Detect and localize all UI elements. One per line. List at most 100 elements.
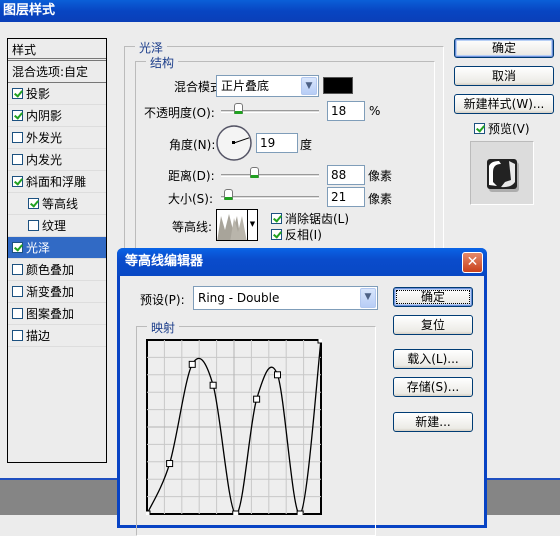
style-item-label: 等高线 <box>42 196 79 211</box>
curve-control-point[interactable] <box>166 460 174 468</box>
curve-control-point[interactable] <box>146 510 151 515</box>
size-label: 大小(S): <box>168 192 214 206</box>
angle-unit: 度 <box>300 138 313 152</box>
close-icon[interactable]: ✕ <box>462 252 483 273</box>
invert-checkbox[interactable]: 反相(I) <box>271 226 322 243</box>
curve-control-point[interactable] <box>274 371 281 379</box>
preview-label: 预览(V) <box>488 122 530 136</box>
size-slider-thumb[interactable] <box>224 189 234 200</box>
style-checkbox[interactable] <box>28 198 39 209</box>
opacity-slider-thumb[interactable] <box>233 103 243 114</box>
style-item-10[interactable]: 图案叠加 <box>8 303 106 325</box>
style-checkbox[interactable] <box>12 286 23 297</box>
curve-control-point[interactable] <box>232 510 240 515</box>
curve-control-point[interactable] <box>296 510 304 515</box>
style-item-label: 斜面和浮雕 <box>26 174 87 189</box>
style-checkbox[interactable] <box>12 330 23 341</box>
style-item-label: 纹理 <box>42 218 67 233</box>
style-checkbox[interactable] <box>12 242 23 253</box>
contour-dropdown-arrow-icon[interactable]: ▼ <box>247 210 257 240</box>
angle-label: 角度(N): <box>169 138 216 152</box>
preset-label: 预设(P): <box>140 293 185 307</box>
preview-check-icon[interactable] <box>474 123 485 134</box>
contour-ok-button[interactable]: 确定 <box>393 287 473 307</box>
size-slider-track[interactable] <box>221 196 319 199</box>
contour-editor-dialog: 等高线编辑器 ✕ 预设(P): Ring - Double ▼ 映射 确定 复位… <box>117 248 487 536</box>
styles-list-panel: 样式 混合选项:自定 投影内阴影外发光内发光斜面和浮雕等高线纹理光泽颜色叠加渐变… <box>7 38 107 463</box>
style-checkbox[interactable] <box>12 308 23 319</box>
style-checkbox[interactable] <box>12 88 23 99</box>
contour-reset-button[interactable]: 复位 <box>393 315 473 335</box>
contour-editor-title-bar: 等高线编辑器 ✕ <box>117 248 487 276</box>
angle-dial[interactable] <box>215 124 253 162</box>
size-unit: 像素 <box>368 192 393 206</box>
new-style-button[interactable]: 新建样式(W)... <box>454 94 554 114</box>
style-checkbox[interactable] <box>12 154 23 165</box>
ok-button[interactable]: 确定 <box>454 38 554 58</box>
style-checkbox[interactable] <box>12 110 23 121</box>
distance-input[interactable]: 88 <box>327 165 365 185</box>
styles-header[interactable]: 样式 <box>8 39 106 61</box>
style-item-9[interactable]: 渐变叠加 <box>8 281 106 303</box>
preview-checkbox[interactable]: 预览(V) <box>474 120 530 137</box>
style-item-8[interactable]: 颜色叠加 <box>8 259 106 281</box>
antialias-checkbox[interactable]: 消除锯齿(L) <box>271 210 349 227</box>
structure-group-title: 结构 <box>146 54 179 71</box>
contour-thumbnail-icon[interactable] <box>217 210 249 241</box>
size-input[interactable]: 21 <box>327 187 365 207</box>
preview-swatch-icon <box>487 159 519 192</box>
style-item-3[interactable]: 内发光 <box>8 149 106 171</box>
window-title: 图层样式 <box>3 3 56 18</box>
style-item-5[interactable]: 等高线 <box>8 193 106 215</box>
distance-slider-track[interactable] <box>221 174 319 177</box>
style-item-11[interactable]: 描边 <box>8 325 106 347</box>
style-checkbox[interactable] <box>12 132 23 143</box>
style-item-label: 内阴影 <box>26 108 63 123</box>
style-checkbox[interactable] <box>12 264 23 275</box>
style-item-6[interactable]: 纹理 <box>8 215 106 237</box>
distance-unit: 像素 <box>368 169 393 183</box>
preset-value: Ring - Double <box>198 291 280 305</box>
contour-save-button[interactable]: 存储(S)... <box>393 377 473 397</box>
style-preview-thumbnail <box>470 141 534 205</box>
blend-mode-value: 正片叠底 <box>221 79 270 93</box>
contour-picker[interactable]: ▼ <box>216 209 258 241</box>
style-item-2[interactable]: 外发光 <box>8 127 106 149</box>
preset-select[interactable]: Ring - Double ▼ <box>193 286 378 310</box>
invert-label: 反相(I) <box>285 228 322 242</box>
angle-input[interactable]: 19 <box>256 133 298 153</box>
invert-check-icon[interactable] <box>271 229 282 240</box>
distance-slider-thumb[interactable] <box>250 167 260 178</box>
antialias-check-icon[interactable] <box>271 213 282 224</box>
contour-new-button[interactable]: 新建... <box>393 412 473 432</box>
distance-label: 距离(D): <box>168 169 215 183</box>
blend-mode-select[interactable]: 正片叠底 ▼ <box>216 75 319 97</box>
contour-editor-title: 等高线编辑器 <box>125 254 204 269</box>
style-checkbox[interactable] <box>12 176 23 187</box>
cancel-button[interactable]: 取消 <box>454 66 554 86</box>
contour-load-button[interactable]: 载入(L)... <box>393 349 473 369</box>
style-checkbox[interactable] <box>28 220 39 231</box>
opacity-unit: % <box>369 104 381 118</box>
opacity-label: 不透明度(O): <box>144 106 215 120</box>
chevron-down-icon[interactable]: ▼ <box>360 288 376 308</box>
style-item-label: 内发光 <box>26 152 63 167</box>
curve-control-point[interactable] <box>209 381 217 389</box>
contour-label: 等高线: <box>172 220 213 234</box>
curve-control-point[interactable] <box>317 339 322 344</box>
style-item-label: 渐变叠加 <box>26 284 75 299</box>
opacity-input[interactable]: 18 <box>327 101 365 121</box>
style-item-1[interactable]: 内阴影 <box>8 105 106 127</box>
blend-options-item[interactable]: 混合选项:自定 <box>8 61 106 83</box>
chevron-down-icon[interactable]: ▼ <box>301 77 317 95</box>
style-item-4[interactable]: 斜面和浮雕 <box>8 171 106 193</box>
style-item-label: 颜色叠加 <box>26 262 75 277</box>
contour-curve-graph[interactable] <box>146 339 322 515</box>
style-item-label: 光泽 <box>26 240 51 255</box>
blend-color-swatch[interactable] <box>323 77 353 94</box>
style-item-0[interactable]: 投影 <box>8 83 106 105</box>
antialias-label: 消除锯齿(L) <box>285 212 350 226</box>
curve-control-point[interactable] <box>188 360 196 368</box>
style-item-7[interactable]: 光泽 <box>8 237 106 259</box>
curve-control-point[interactable] <box>253 395 261 403</box>
